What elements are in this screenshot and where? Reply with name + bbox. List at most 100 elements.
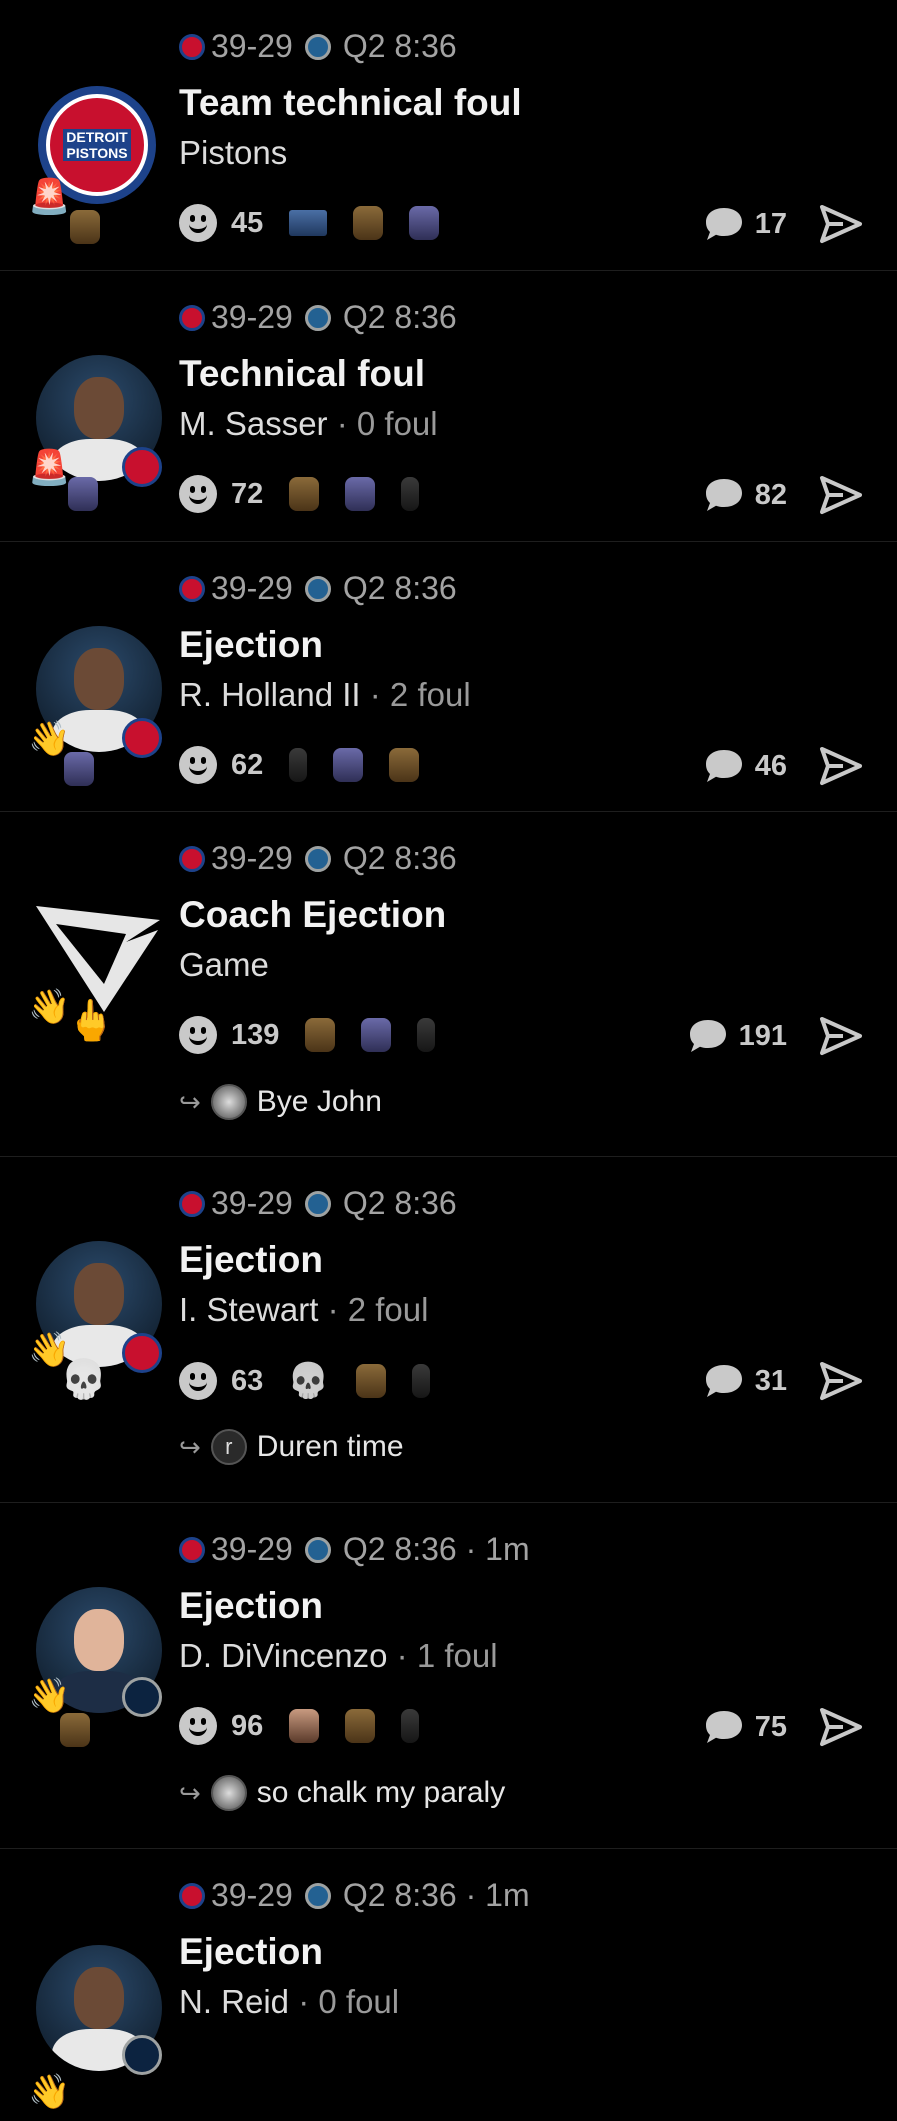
reaction-bar: 139: [179, 1016, 436, 1054]
send-icon[interactable]: [819, 204, 863, 244]
score: 39-29: [211, 299, 293, 335]
feed-card[interactable]: 39-29 Q2 8:36 👋 🖕 Coach Ejection Game 13…: [0, 812, 897, 1157]
timberwolves-logo-icon: [304, 33, 331, 60]
reactor-avatar: [68, 477, 98, 511]
siren-emoji: 🚨: [28, 178, 71, 216]
comment-icon[interactable]: [703, 1708, 745, 1746]
comment-count: 46: [754, 749, 787, 782]
game-clock: Q2 8:36: [342, 840, 457, 876]
feed-card[interactable]: 39-29 Q2 8:36 · 1m 👋 Ejection N. Reid · …: [0, 1849, 897, 2121]
pistons-logo-icon: [122, 1333, 162, 1373]
event-title: Ejection: [179, 1585, 323, 1626]
reply-arrow-icon: ↪: [179, 1431, 201, 1462]
timberwolves-logo-icon: [122, 2035, 162, 2075]
reaction-avatar: [353, 206, 384, 240]
event-subtitle: Pistons: [179, 134, 287, 172]
siren-emoji: 🚨: [28, 449, 71, 487]
game-meta: 39-29 Q2 8:36: [179, 28, 457, 65]
top-reply[interactable]: ↪ so chalk my paraly: [179, 1775, 505, 1811]
send-icon[interactable]: [819, 1016, 863, 1056]
reply-avatar: r: [210, 1429, 247, 1465]
pistons-logo-icon: [179, 33, 205, 60]
game-clock: Q2 8:36 · 1m: [342, 1877, 530, 1913]
feed-card[interactable]: 39-29 Q2 8:36 · 1m 👋 Ejection D. DiVince…: [0, 1503, 897, 1849]
reaction-avatar: [355, 1364, 386, 1398]
reaction-avatar: [389, 748, 420, 782]
player-name: Pistons: [179, 134, 288, 171]
wave-emoji: 👋: [28, 720, 71, 758]
reaction-bar: 63 💀: [179, 1361, 430, 1401]
reaction-count: 139: [231, 1018, 280, 1051]
smiley-icon[interactable]: [179, 1016, 217, 1054]
pistons-logo-icon: [122, 718, 162, 758]
top-reply[interactable]: ↪ r Duren time: [179, 1429, 404, 1465]
game-clock: Q2 8:36 · 1m: [342, 1531, 530, 1567]
send-icon[interactable]: [819, 1361, 863, 1401]
comment-icon[interactable]: [703, 476, 745, 514]
feed-card[interactable]: 39-29 Q2 8:36 DETROIT PISTONS 🚨 Team tech…: [0, 0, 897, 271]
foul-count: · 0 foul: [298, 1983, 400, 2020]
reaction-bar: 96: [179, 1707, 420, 1745]
smiley-icon[interactable]: [179, 204, 217, 242]
feed-card[interactable]: 39-29 Q2 8:36 🚨 Technical foul M. Sasser…: [0, 271, 897, 542]
smiley-icon[interactable]: [179, 475, 217, 513]
timberwolves-logo-icon: [122, 1677, 162, 1717]
foul-count: · 1 foul: [396, 1637, 498, 1674]
comment-icon[interactable]: [703, 747, 745, 785]
pistons-logo-icon: [179, 304, 205, 331]
reply-arrow-icon: ↪: [179, 1777, 201, 1808]
reaction-avatar: [345, 477, 376, 511]
card-actions: 82: [703, 475, 863, 515]
reactor-avatar: [70, 210, 100, 244]
event-subtitle: D. DiVincenzo · 1 foul: [179, 1637, 498, 1675]
event-title: Ejection: [179, 624, 323, 665]
send-icon[interactable]: [819, 1707, 863, 1747]
comment-count: 75: [754, 1710, 787, 1743]
reaction-avatar: [401, 477, 420, 511]
skull-emoji: 💀: [287, 1362, 330, 1400]
reactor-avatar: [60, 1713, 90, 1747]
pistons-logo-icon: [179, 845, 205, 872]
wave-emoji: 👋: [28, 988, 71, 1026]
wave-emoji: 👋: [28, 1677, 71, 1715]
event-subtitle: I. Stewart · 2 foul: [179, 1291, 428, 1329]
timberwolves-logo-icon: [304, 1190, 331, 1217]
feed-card[interactable]: 39-29 Q2 8:36 👋 Ejection R. Holland II ·…: [0, 542, 897, 812]
feed-card[interactable]: 39-29 Q2 8:36 👋 💀 Ejection I. Stewart · …: [0, 1157, 897, 1503]
smiley-icon[interactable]: [179, 1707, 217, 1745]
player-name: D. DiVincenzo: [179, 1637, 388, 1674]
comment-count: 31: [754, 1364, 787, 1397]
comment-icon[interactable]: [703, 1362, 745, 1400]
skull-emoji: 💀: [60, 1359, 108, 1401]
reaction-avatar: [411, 1364, 430, 1398]
comment-icon[interactable]: [687, 1017, 729, 1055]
reaction-bar: 72: [179, 475, 420, 513]
reaction-avatar: [289, 748, 308, 782]
top-reply[interactable]: ↪ Bye John: [179, 1084, 382, 1120]
game-clock: Q2 8:36: [342, 1185, 457, 1221]
reaction-count: 62: [231, 748, 264, 781]
game-clock: Q2 8:36: [342, 570, 457, 606]
send-icon[interactable]: [819, 746, 863, 786]
score: 39-29: [211, 840, 293, 876]
smiley-icon[interactable]: [179, 746, 217, 784]
reaction-avatar: [305, 1018, 336, 1052]
reaction-avatar: [409, 206, 440, 240]
card-actions: 191: [687, 1016, 863, 1056]
comment-icon[interactable]: [703, 205, 745, 243]
reaction-avatar: [333, 748, 364, 782]
send-icon[interactable]: [819, 475, 863, 515]
pistons-logo-icon: [122, 447, 162, 487]
event-subtitle: N. Reid · 0 foul: [179, 1983, 399, 2021]
player-name: I. Stewart: [179, 1291, 319, 1328]
middle-finger-emoji: 🖕: [66, 999, 116, 1043]
smiley-icon[interactable]: [179, 1362, 217, 1400]
timberwolves-logo-icon: [304, 304, 331, 331]
reactor-avatar: [64, 752, 94, 786]
pistons-logo-icon: [179, 1882, 205, 1909]
game-meta: 39-29 Q2 8:36: [179, 570, 457, 607]
logo-text: PISTONS: [63, 145, 131, 161]
reply-arrow-icon: ↪: [179, 1086, 201, 1117]
comment-count: 82: [754, 478, 787, 511]
event-title: Team technical foul: [179, 82, 522, 123]
